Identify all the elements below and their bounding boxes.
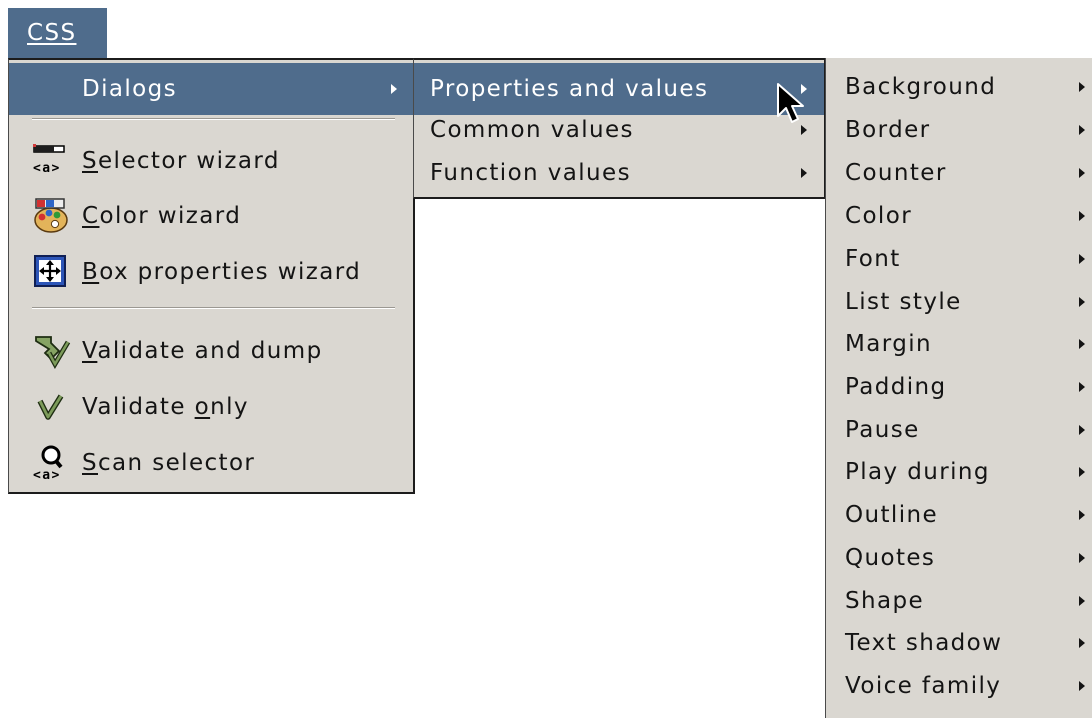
- menu-item-validate-and-dump-label: Validate and dump: [82, 338, 323, 364]
- css-menu: Dialogs <a> Selector wizard Color wizard…: [8, 58, 415, 494]
- submenu-arrow-icon: [1079, 297, 1085, 307]
- menu-item-pause[interactable]: Pause: [826, 409, 1092, 451]
- menu-item-scan-selector-label: Scan selector: [82, 450, 256, 476]
- box-move-icon: [31, 252, 71, 292]
- menu-item-function-values[interactable]: Function values: [414, 152, 824, 194]
- color-palette-icon: [31, 196, 71, 236]
- menu-item-label: Pause: [845, 417, 920, 443]
- submenu-arrow-icon: [1079, 681, 1085, 691]
- submenu-arrow-icon: [1079, 382, 1085, 392]
- mouse-pointer-icon: [776, 82, 810, 130]
- menu-item-label: Background: [845, 74, 997, 100]
- checkmark-icon: [31, 387, 71, 427]
- menu-item-validate-and-dump[interactable]: Validate and dump: [9, 325, 413, 377]
- scan-magnifier-icon: <a>: [31, 443, 71, 483]
- menu-item-label: Margin: [845, 331, 932, 357]
- menu-item-label: Quotes: [845, 545, 936, 571]
- menu-item-outline[interactable]: Outline: [826, 494, 1092, 536]
- submenu-arrow-icon: [1079, 82, 1085, 92]
- menu-item-dialogs-label: Dialogs: [82, 76, 178, 102]
- menu-item-quotes[interactable]: Quotes: [826, 537, 1092, 579]
- submenu-arrow-icon: [391, 84, 397, 94]
- dialogs-submenu: Properties and values Common values Func…: [413, 58, 826, 199]
- submenu-arrow-icon: [801, 168, 807, 178]
- svg-text:<a>: <a>: [33, 468, 61, 483]
- menu-item-counter[interactable]: Counter: [826, 152, 1092, 194]
- submenu-arrow-icon: [1079, 510, 1085, 520]
- menu-item-validate-only[interactable]: Validate only: [9, 381, 413, 433]
- submenu-arrow-icon: [1079, 467, 1085, 477]
- menu-item-common-values[interactable]: Common values: [414, 110, 824, 150]
- menu-item-selector-wizard[interactable]: <a> Selector wizard: [9, 135, 413, 187]
- menu-item-color-wizard[interactable]: Color wizard: [9, 190, 413, 242]
- menu-item-background[interactable]: Background: [826, 66, 1092, 108]
- menu-item-common-values-label: Common values: [430, 117, 634, 143]
- menu-item-voice-family[interactable]: Voice family: [826, 665, 1092, 707]
- svg-text:<a>: <a>: [33, 161, 61, 176]
- menu-item-label: Outline: [845, 502, 939, 528]
- menu-item-play-during[interactable]: Play during: [826, 451, 1092, 493]
- menu-item-function-values-label: Function values: [430, 160, 631, 186]
- properties-submenu: Background Border Counter Color Font Lis…: [825, 58, 1092, 718]
- menu-separator: [32, 307, 395, 309]
- menu-item-selector-wizard-label: Selector wizard: [82, 148, 280, 174]
- validate-dump-icon: [31, 331, 71, 371]
- menu-item-label: List style: [845, 289, 962, 315]
- menu-item-text-shadow[interactable]: Text shadow: [826, 622, 1092, 664]
- submenu-arrow-icon: [1079, 553, 1085, 563]
- menu-item-label: Padding: [845, 374, 947, 400]
- submenu-arrow-icon: [1079, 638, 1085, 648]
- menu-item-label: Play during: [845, 459, 990, 485]
- menu-item-label: Font: [845, 246, 901, 272]
- menu-item-box-properties-wizard-label: Box properties wizard: [82, 259, 362, 285]
- menu-item-properties-and-values-label: Properties and values: [430, 76, 709, 102]
- menu-item-padding[interactable]: Padding: [826, 366, 1092, 408]
- menu-item-shape[interactable]: Shape: [826, 580, 1092, 622]
- menu-separator: [32, 118, 395, 120]
- menu-item-color[interactable]: Color: [826, 195, 1092, 237]
- menu-item-font[interactable]: Font: [826, 238, 1092, 280]
- submenu-arrow-icon: [1079, 425, 1085, 435]
- menu-item-border[interactable]: Border: [826, 109, 1092, 151]
- submenu-arrow-icon: [1079, 596, 1085, 606]
- menu-item-label: Border: [845, 117, 931, 143]
- menu-item-validate-only-label: Validate only: [82, 394, 249, 420]
- menu-item-properties-and-values[interactable]: Properties and values: [414, 63, 824, 115]
- menu-item-dialogs[interactable]: Dialogs: [9, 63, 413, 115]
- menu-item-label: Counter: [845, 160, 947, 186]
- menu-item-label: Shape: [845, 588, 925, 614]
- menu-item-label: Voice family: [845, 673, 1002, 699]
- menu-item-label: Color: [845, 203, 913, 229]
- submenu-arrow-icon: [1079, 211, 1085, 221]
- menu-item-box-properties-wizard[interactable]: Box properties wizard: [9, 246, 413, 298]
- selector-tag-icon: <a>: [31, 141, 71, 181]
- menubar-css-label: CSS: [27, 20, 77, 46]
- submenu-arrow-icon: [1079, 339, 1085, 349]
- menu-item-color-wizard-label: Color wizard: [82, 203, 242, 229]
- submenu-arrow-icon: [1079, 168, 1085, 178]
- menu-item-margin[interactable]: Margin: [826, 323, 1092, 365]
- menubar-css[interactable]: CSS: [8, 8, 107, 58]
- menu-item-scan-selector[interactable]: <a> Scan selector: [9, 437, 413, 489]
- menu-item-label: Text shadow: [845, 630, 1003, 656]
- submenu-arrow-icon: [1079, 254, 1085, 264]
- menu-item-list-style[interactable]: List style: [826, 281, 1092, 323]
- submenu-arrow-icon: [1079, 125, 1085, 135]
